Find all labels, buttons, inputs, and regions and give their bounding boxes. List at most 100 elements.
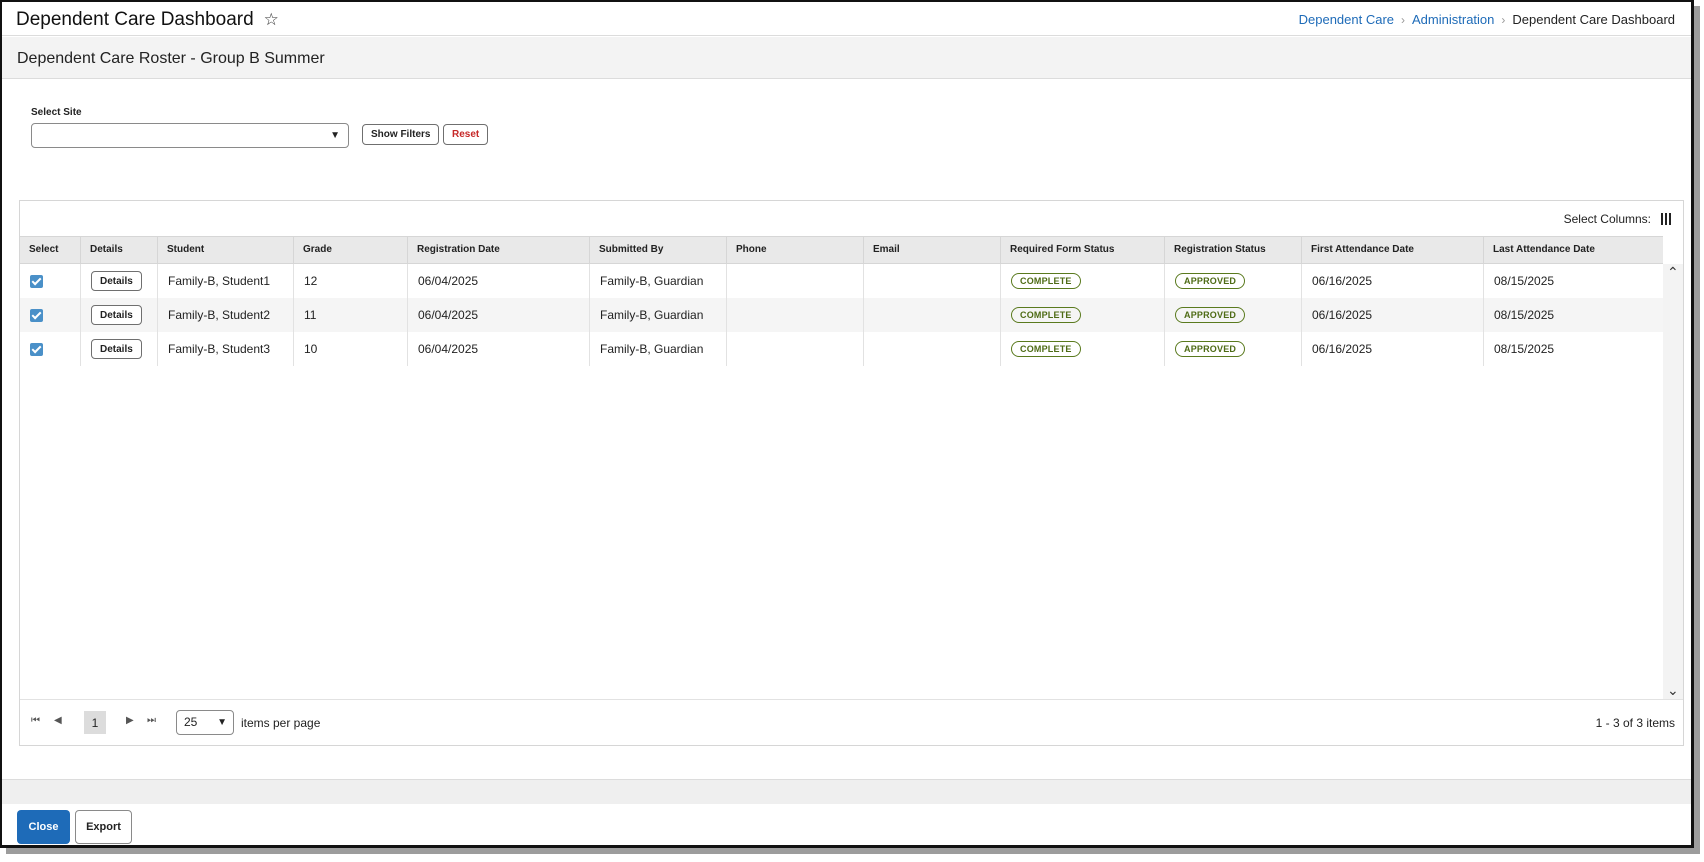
status-badge: COMPLETE <box>1011 307 1081 323</box>
favorite-star-icon[interactable]: ☆ <box>264 10 279 30</box>
subheader: Dependent Care Roster - Group B Summer <box>2 37 1691 79</box>
next-page-icon[interactable]: ▶ <box>126 715 134 726</box>
column-header-registration-status[interactable]: Registration Status <box>1164 237 1301 263</box>
column-header-required-form-status[interactable]: Required Form Status <box>1000 237 1164 263</box>
last-attendance-date: 08/15/2025 <box>1483 332 1663 366</box>
details-button[interactable]: Details <box>91 305 142 325</box>
phone <box>726 332 863 366</box>
grade: 10 <box>293 332 407 366</box>
column-header-student[interactable]: Student <box>157 237 293 263</box>
column-header-grade[interactable]: Grade <box>293 237 407 263</box>
columns-icon[interactable] <box>1661 213 1671 225</box>
footer-band <box>2 779 1691 804</box>
column-header-last-attendance-date[interactable]: Last Attendance Date <box>1483 237 1663 263</box>
pager: ⏮ ◀ 1 ▶ ⏭ 25 ▼ items per page 1 - 3 of 3… <box>20 699 1683 745</box>
previous-page-icon[interactable]: ◀ <box>54 715 62 726</box>
grade: 12 <box>293 264 407 298</box>
dropdown-arrow-icon: ▼ <box>330 130 340 141</box>
submitted-by: Family-B, Guardian <box>589 332 726 366</box>
details-button[interactable]: Details <box>91 271 142 291</box>
breadcrumb-dependent-care[interactable]: Dependent Care <box>1299 12 1394 27</box>
vertical-scrollbar[interactable]: ⌃ ⌄ <box>1663 264 1683 699</box>
registration-status-cell: APPROVED <box>1164 332 1301 366</box>
items-per-page-value: 25 <box>184 715 198 729</box>
row-select-cell <box>20 298 80 332</box>
status-badge: COMPLETE <box>1011 341 1081 357</box>
row-select-cell <box>20 332 80 366</box>
phone <box>726 264 863 298</box>
details-button[interactable]: Details <box>91 339 142 359</box>
last-attendance-date: 08/15/2025 <box>1483 264 1663 298</box>
student-name: Family-B, Student2 <box>157 298 293 332</box>
last-page-icon[interactable]: ⏭ <box>147 715 156 726</box>
first-page-icon[interactable]: ⏮ <box>31 715 40 726</box>
status-badge: APPROVED <box>1175 341 1246 357</box>
show-filters-button[interactable]: Show Filters <box>362 124 440 145</box>
reset-button[interactable]: Reset <box>443 124 489 145</box>
current-page[interactable]: 1 <box>84 711 106 734</box>
breadcrumb-current: Dependent Care Dashboard <box>1512 12 1675 27</box>
select-columns-label: Select Columns: <box>1563 212 1651 226</box>
chevron-up-icon[interactable]: ⌃ <box>1667 264 1679 281</box>
items-per-page-select[interactable]: 25 ▼ <box>176 710 234 735</box>
last-attendance-date: 08/15/2025 <box>1483 298 1663 332</box>
student-name: Family-B, Student3 <box>157 332 293 366</box>
breadcrumb: Dependent Care › Administration › Depend… <box>1299 12 1675 27</box>
email <box>863 332 1000 366</box>
status-badge: APPROVED <box>1175 273 1246 289</box>
window: Dependent Care Dashboard ☆ Dependent Car… <box>0 0 1694 848</box>
top-bar: Dependent Care Dashboard ☆ Dependent Car… <box>2 2 1691 36</box>
column-header-email[interactable]: Email <box>863 237 1000 263</box>
column-header-phone[interactable]: Phone <box>726 237 863 263</box>
email <box>863 264 1000 298</box>
chevron-right-icon: › <box>1501 12 1506 27</box>
required-form-status-cell: COMPLETE <box>1000 298 1164 332</box>
submitted-by: Family-B, Guardian <box>589 264 726 298</box>
column-header-select[interactable]: Select <box>20 237 80 263</box>
row-checkbox[interactable] <box>30 274 43 288</box>
required-form-status-cell: COMPLETE <box>1000 332 1164 366</box>
row-select-cell <box>20 264 80 298</box>
first-attendance-date: 06/16/2025 <box>1301 264 1483 298</box>
first-attendance-date: 06/16/2025 <box>1301 298 1483 332</box>
row-checkbox[interactable] <box>30 342 43 356</box>
status-badge: APPROVED <box>1175 307 1246 323</box>
status-badge: COMPLETE <box>1011 273 1081 289</box>
column-header-details[interactable]: Details <box>80 237 157 263</box>
table-row: Details Family-B, Student3 10 06/04/2025… <box>20 332 1663 366</box>
row-details-cell: Details <box>80 298 157 332</box>
registration-status-cell: APPROVED <box>1164 264 1301 298</box>
column-header-submitted-by[interactable]: Submitted By <box>589 237 726 263</box>
table-row: Details Family-B, Student1 12 06/04/2025… <box>20 264 1663 298</box>
select-site-label: Select Site <box>31 107 82 118</box>
select-columns[interactable]: Select Columns: <box>1564 212 1671 226</box>
roster-grid: Select Columns: Select Details Student G… <box>19 200 1684 746</box>
column-header-registration-date[interactable]: Registration Date <box>407 237 589 263</box>
grade: 11 <box>293 298 407 332</box>
chevron-right-icon: › <box>1401 12 1406 27</box>
phone <box>726 298 863 332</box>
registration-date: 06/04/2025 <box>407 332 589 366</box>
required-form-status-cell: COMPLETE <box>1000 264 1164 298</box>
registration-date: 06/04/2025 <box>407 298 589 332</box>
registration-status-cell: APPROVED <box>1164 298 1301 332</box>
close-button[interactable]: Close <box>17 810 70 844</box>
window-shadow-bottom <box>6 848 1700 854</box>
submitted-by: Family-B, Guardian <box>589 298 726 332</box>
page-title-text: Dependent Care Dashboard <box>16 9 254 30</box>
table-row: Details Family-B, Student2 11 06/04/2025… <box>20 298 1663 332</box>
row-details-cell: Details <box>80 332 157 366</box>
items-per-page-label: items per page <box>241 716 321 730</box>
row-checkbox[interactable] <box>30 308 43 322</box>
site-select[interactable]: ▼ <box>31 123 349 148</box>
row-details-cell: Details <box>80 264 157 298</box>
page-title: Dependent Care Dashboard ☆ <box>16 9 279 31</box>
breadcrumb-administration[interactable]: Administration <box>1412 12 1494 27</box>
roster-title: Dependent Care Roster - Group B Summer <box>17 50 325 67</box>
first-attendance-date: 06/16/2025 <box>1301 332 1483 366</box>
column-header-first-attendance-date[interactable]: First Attendance Date <box>1301 237 1483 263</box>
export-button[interactable]: Export <box>75 810 132 844</box>
grid-header: Select Details Student Grade Registratio… <box>20 236 1663 264</box>
items-summary: 1 - 3 of 3 items <box>1595 716 1675 730</box>
chevron-down-icon[interactable]: ⌄ <box>1667 682 1679 699</box>
